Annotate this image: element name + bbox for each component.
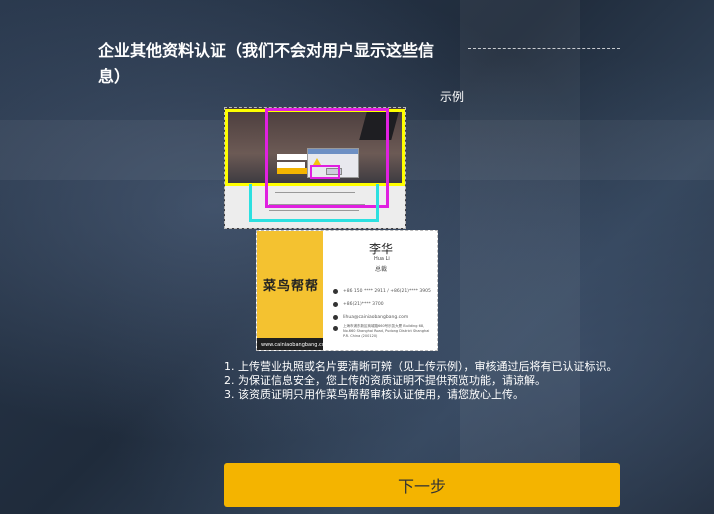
fax-icon [333,302,338,307]
example-label: 示例 [440,90,465,104]
instruction-item: 1. 上传营业执照或名片要清晰可辨（见上传示例），审核通过后将有已认证标识。 [224,360,618,373]
phone-icon [333,289,338,294]
next-step-button[interactable]: 下一步 [224,463,620,507]
title-divider [468,48,620,49]
instructions: 1. 上传营业执照或名片要清晰可辨（见上传示例），审核通过后将有已认证标识。 2… [224,360,624,402]
card-role: 总裁 [375,266,388,273]
email-icon [333,315,338,320]
section-title: 企业其他资料认证（我们不会对用户显示这些信息） [98,41,435,86]
background-blur [460,0,580,514]
highlight-frame [249,184,379,222]
example-screenshot-image [224,107,406,229]
card-address: 上海市浦东新区商城路660号乐凯大厦 Building 68, No.660 S… [343,324,430,338]
card-logo: 菜鸟帮帮 [263,279,320,294]
highlight-frame [310,165,340,179]
instruction-item: 2. 为保证信息安全，您上传的资质证明不提供预览功能，请谅解。 [224,374,546,387]
card-name: 李华 [369,242,394,256]
card-phone: +86 150 **** 2911 / +86(21)**** 3905 [343,289,431,294]
card-email: lihua@cainiaobangbang.com [343,315,409,320]
card-fax: +86(21)**** 3700 [343,302,384,307]
instruction-item: 3. 该资质证明只用作菜鸟帮帮审核认证使用，请您放心上传。 [224,388,524,401]
card-website: www.cainiaobangbang.com [261,342,330,348]
example-business-card: 菜鸟帮帮 www.cainiaobangbang.com 李华 Hua Li 总… [256,230,438,351]
card-pinyin: Hua Li [374,256,390,262]
location-icon [333,326,338,331]
